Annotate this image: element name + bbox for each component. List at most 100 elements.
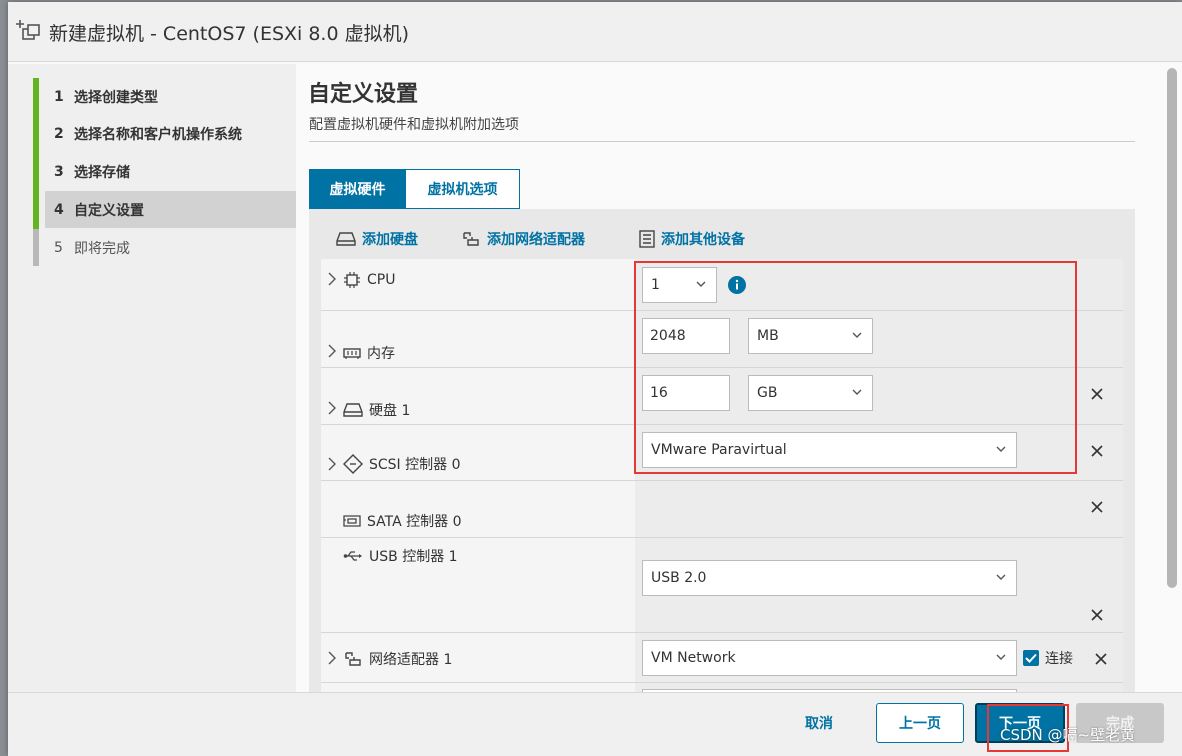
hardware-row-sata: SATA 控制器 0 xyxy=(321,481,1123,538)
add-other-device-button[interactable]: 添加其他设备 xyxy=(639,229,745,249)
tab-virtual-hardware[interactable]: 虚拟硬件 xyxy=(309,169,406,209)
network-label-text: 网络适配器 1 xyxy=(369,652,453,668)
sata-controller-icon xyxy=(343,515,361,527)
tab-vm-options[interactable]: 虚拟机选项 xyxy=(406,169,520,209)
hard-disk-icon xyxy=(343,403,363,417)
chevron-right-icon[interactable] xyxy=(327,651,337,665)
wizard-steps: 1 选择创建类型 2 选择名称和客户机操作系统 3 选择存储 4 自定义设置 5… xyxy=(8,64,296,692)
disk-unit-select[interactable]: GB xyxy=(748,375,873,411)
page-subtitle: 配置虚拟机硬件和虚拟机附加选项 xyxy=(309,117,519,133)
sata-label-text: SATA 控制器 0 xyxy=(367,514,462,530)
row-label-cell: USB 控制器 1 xyxy=(321,538,635,632)
row-value-cell: USB 2.0 xyxy=(635,538,1123,632)
memory-label: 内存 xyxy=(343,343,395,363)
info-icon[interactable] xyxy=(728,276,746,294)
remove-disk-icon[interactable] xyxy=(1091,388,1103,400)
network-connect-toggle[interactable]: 连接 xyxy=(1023,648,1073,668)
new-vm-dialog: 新建虚拟机 - CentOS7 (ESXi 8.0 虚拟机) 1 选择创建类型 … xyxy=(8,2,1182,756)
usb-label-text: USB 控制器 1 xyxy=(369,549,458,565)
add-disk-label: 添加硬盘 xyxy=(362,232,418,248)
hardware-row-memory: 内存 2048 MB xyxy=(321,311,1123,368)
disk-size-value: 16 xyxy=(650,385,668,401)
disk-label: 硬盘 1 xyxy=(343,400,410,420)
row-value-cell xyxy=(635,683,1123,692)
step-label: 选择名称和客户机操作系统 xyxy=(74,126,242,143)
hardware-row-disk: 硬盘 1 16 GB xyxy=(321,368,1123,425)
cpu-label-text: CPU xyxy=(367,272,396,288)
dialog-titlebar: 新建虚拟机 - CentOS7 (ESXi 8.0 虚拟机) xyxy=(8,2,1182,62)
scsi-label-text: SCSI 控制器 0 xyxy=(369,457,461,473)
chevron-right-icon[interactable] xyxy=(327,272,337,286)
usb-type-select[interactable]: USB 2.0 xyxy=(642,560,1017,596)
hardware-list: CPU 1 内存 2048 MB 硬盘 1 16 GB SCSI 控制器 0 V… xyxy=(321,259,1123,692)
content-scrollbar[interactable] xyxy=(1167,68,1177,588)
hardware-row-usb: USB 控制器 1 USB 2.0 xyxy=(321,538,1123,633)
wizard-step-3[interactable]: 3 选择存储 xyxy=(45,153,296,190)
wizard-step-5: 5 即将完成 xyxy=(45,229,296,266)
remove-usb-icon[interactable] xyxy=(1091,609,1103,621)
sata-label: SATA 控制器 0 xyxy=(343,511,462,531)
step-number: 1 xyxy=(54,88,64,105)
row-value-cell: 16 GB xyxy=(635,368,1123,424)
steps-progress-done xyxy=(33,78,39,229)
row-label-cell: 网络适配器 1 xyxy=(321,633,635,682)
back-button[interactable]: 上一页 xyxy=(876,703,964,743)
scsi-label: SCSI 控制器 0 xyxy=(343,454,461,474)
row-value-cell: 2048 MB xyxy=(635,311,1123,367)
wizard-step-2[interactable]: 2 选择名称和客户机操作系统 xyxy=(45,115,296,152)
wizard-step-4[interactable]: 4 自定义设置 xyxy=(45,191,296,228)
remove-network-icon[interactable] xyxy=(1095,653,1107,665)
step-number: 5 xyxy=(54,239,63,256)
step-label: 自定义设置 xyxy=(74,202,144,219)
row-value-cell xyxy=(635,481,1123,537)
wizard-step-1[interactable]: 1 选择创建类型 xyxy=(45,78,296,115)
row-label-cell: SCSI 控制器 0 xyxy=(321,425,635,480)
hard-disk-icon xyxy=(336,232,356,246)
scsi-type-select[interactable]: VMware Paravirtual xyxy=(642,432,1017,468)
step-number: 3 xyxy=(54,163,64,180)
remove-sata-icon[interactable] xyxy=(1091,501,1103,513)
usb-icon xyxy=(343,551,362,561)
disk-unit-value: GB xyxy=(757,385,778,401)
chevron-down-icon xyxy=(996,446,1006,452)
step-number: 2 xyxy=(54,125,64,142)
add-other-label: 添加其他设备 xyxy=(661,232,745,248)
chevron-right-icon[interactable] xyxy=(327,457,337,471)
row-label-cell: 内存 xyxy=(321,311,635,367)
add-network-adapter-button[interactable]: 添加网络适配器 xyxy=(461,229,585,249)
disk-size-input[interactable]: 16 xyxy=(642,375,730,411)
chevron-right-icon[interactable] xyxy=(327,344,337,358)
customize-settings-page: 自定义设置 配置虚拟机硬件和虚拟机附加选项 虚拟硬件 虚拟机选项 添加硬盘 添加… xyxy=(296,64,1166,692)
chevron-down-icon xyxy=(696,281,706,287)
scsi-type-value: VMware Paravirtual xyxy=(651,442,787,458)
row-value-cell: VMware Paravirtual xyxy=(635,425,1123,480)
connect-checkbox[interactable] xyxy=(1023,650,1039,666)
scsi-controller-icon xyxy=(343,454,363,474)
chevron-right-icon[interactable] xyxy=(327,401,337,415)
new-vm-icon xyxy=(16,20,40,40)
hardware-row-cpu: CPU 1 xyxy=(321,259,1123,311)
hardware-row-network: 网络适配器 1 VM Network 连接 xyxy=(321,633,1123,683)
row-value-cell: VM Network 连接 xyxy=(635,633,1123,682)
cpu-label: CPU xyxy=(343,271,395,289)
memory-size-value: 2048 xyxy=(650,328,686,344)
cpu-icon xyxy=(344,272,360,288)
row-label-cell: 硬盘 1 xyxy=(321,368,635,424)
network-adapter-icon xyxy=(463,232,479,246)
cancel-button[interactable]: 取消 xyxy=(788,703,850,743)
step-label: 选择创建类型 xyxy=(74,89,158,106)
add-disk-button[interactable]: 添加硬盘 xyxy=(336,229,418,249)
remove-scsi-icon[interactable] xyxy=(1091,445,1103,457)
step-label: 即将完成 xyxy=(74,240,130,257)
step-number: 4 xyxy=(54,201,64,218)
watermark-text: CSDN @嗝~壁老黄 xyxy=(1000,726,1136,744)
memory-size-input[interactable]: 2048 xyxy=(642,318,730,354)
network-select[interactable]: VM Network xyxy=(642,640,1017,676)
cpu-count-select[interactable]: 1 xyxy=(642,267,717,303)
page-title: 自定义设置 xyxy=(308,82,419,107)
hardware-row-scsi: SCSI 控制器 0 VMware Paravirtual xyxy=(321,425,1123,481)
network-value: VM Network xyxy=(651,650,736,666)
memory-unit-select[interactable]: MB xyxy=(748,318,873,354)
cpu-count-value: 1 xyxy=(651,277,660,293)
usb-type-value: USB 2.0 xyxy=(651,570,707,586)
